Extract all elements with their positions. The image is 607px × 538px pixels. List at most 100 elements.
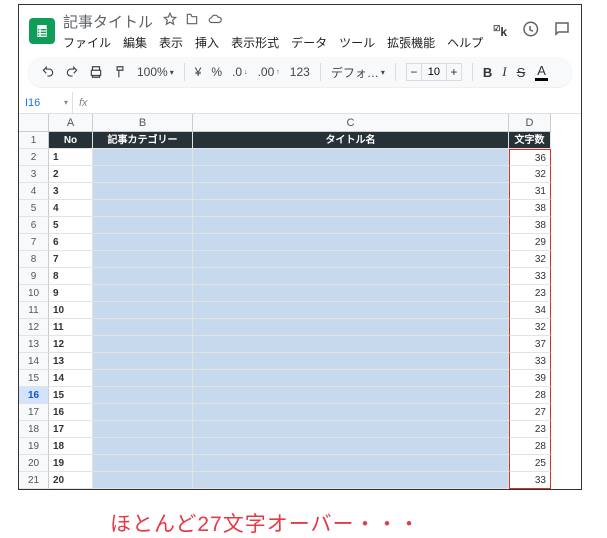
zoom-select[interactable]: 100% ▾ — [137, 65, 174, 79]
cell[interactable] — [193, 285, 509, 302]
cell[interactable]: 23 — [509, 421, 551, 438]
cell[interactable]: 16 — [49, 404, 93, 421]
cell[interactable]: 5 — [49, 217, 93, 234]
cell[interactable] — [193, 251, 509, 268]
select-all-corner[interactable] — [19, 114, 49, 132]
row-header[interactable]: 19 — [19, 438, 49, 455]
row-header[interactable]: 10 — [19, 285, 49, 302]
history-icon[interactable] — [521, 20, 539, 43]
cell[interactable] — [193, 404, 509, 421]
cell[interactable] — [93, 404, 193, 421]
cell[interactable] — [193, 302, 509, 319]
row-header[interactable]: 14 — [19, 353, 49, 370]
strike-button[interactable]: S — [517, 65, 526, 80]
ext-k-icon[interactable]: ☑k — [493, 24, 507, 39]
sheet-grid[interactable]: A B C D 1No記事カテゴリータイトル名文字数21363232433154… — [19, 114, 581, 489]
menu-edit[interactable]: 編集 — [123, 34, 147, 51]
cell[interactable]: 2 — [49, 166, 93, 183]
cell[interactable] — [193, 268, 509, 285]
font-size-value[interactable]: 10 — [422, 63, 446, 81]
cell[interactable] — [93, 200, 193, 217]
cell[interactable] — [93, 217, 193, 234]
font-size-increase[interactable]: + — [446, 63, 462, 81]
cell[interactable]: 33 — [509, 353, 551, 370]
comment-icon[interactable] — [553, 20, 571, 43]
row-header[interactable]: 16 — [19, 387, 49, 404]
row-header[interactable]: 20 — [19, 455, 49, 472]
cell[interactable]: 8 — [49, 268, 93, 285]
menu-help[interactable]: ヘルプ — [447, 34, 483, 51]
cell[interactable]: 10 — [49, 302, 93, 319]
cell[interactable] — [93, 472, 193, 489]
cell[interactable] — [193, 183, 509, 200]
cell[interactable] — [93, 285, 193, 302]
cell[interactable] — [93, 251, 193, 268]
row-header[interactable]: 8 — [19, 251, 49, 268]
cell[interactable]: 17 — [49, 421, 93, 438]
cell[interactable]: 39 — [509, 370, 551, 387]
cell[interactable]: 1 — [49, 149, 93, 166]
cell[interactable]: 37 — [509, 336, 551, 353]
number-format-button[interactable]: 123 — [290, 65, 310, 79]
cell[interactable]: 31 — [509, 183, 551, 200]
cell[interactable]: 6 — [49, 234, 93, 251]
cell[interactable]: 38 — [509, 200, 551, 217]
cell[interactable] — [193, 200, 509, 217]
font-size-stepper[interactable]: − 10 + — [406, 63, 462, 81]
cell[interactable]: 19 — [49, 455, 93, 472]
cell[interactable]: 文字数 — [509, 132, 551, 149]
print-icon[interactable] — [89, 65, 103, 79]
row-header[interactable]: 9 — [19, 268, 49, 285]
cell[interactable] — [193, 472, 509, 489]
row-header[interactable]: 2 — [19, 149, 49, 166]
cell[interactable]: 3 — [49, 183, 93, 200]
cloud-icon[interactable] — [207, 12, 223, 31]
row-header[interactable]: 7 — [19, 234, 49, 251]
cell[interactable] — [193, 438, 509, 455]
row-header[interactable]: 12 — [19, 319, 49, 336]
cell[interactable] — [93, 302, 193, 319]
doc-title[interactable]: 記事タイトル — [63, 11, 153, 32]
cell[interactable] — [193, 421, 509, 438]
menu-file[interactable]: ファイル — [63, 34, 111, 51]
cell[interactable] — [93, 438, 193, 455]
row-header[interactable]: 15 — [19, 370, 49, 387]
cell[interactable]: 23 — [509, 285, 551, 302]
col-header-C[interactable]: C — [193, 114, 509, 132]
cell[interactable] — [193, 370, 509, 387]
row-header[interactable]: 3 — [19, 166, 49, 183]
cell[interactable]: 記事カテゴリー — [93, 132, 193, 149]
star-icon[interactable] — [163, 12, 177, 31]
cell[interactable] — [193, 387, 509, 404]
currency-button[interactable]: ¥ — [195, 65, 202, 79]
menu-tools[interactable]: ツール — [339, 34, 375, 51]
italic-button[interactable]: I — [502, 64, 506, 80]
row-header[interactable]: 4 — [19, 183, 49, 200]
cell[interactable]: 7 — [49, 251, 93, 268]
dec-decrease-button[interactable]: .0↓ — [232, 65, 248, 79]
menu-view[interactable]: 表示 — [159, 34, 183, 51]
menu-format[interactable]: 表示形式 — [231, 34, 279, 51]
col-header-B[interactable]: B — [93, 114, 193, 132]
cell[interactable]: 4 — [49, 200, 93, 217]
cell[interactable]: No — [49, 132, 93, 149]
menu-data[interactable]: データ — [291, 34, 327, 51]
row-header[interactable]: 1 — [19, 132, 49, 149]
row-header[interactable]: 18 — [19, 421, 49, 438]
col-header-D[interactable]: D — [509, 114, 551, 132]
cell[interactable] — [93, 353, 193, 370]
undo-icon[interactable] — [41, 65, 55, 79]
cell[interactable] — [193, 319, 509, 336]
percent-button[interactable]: % — [211, 65, 222, 79]
cell[interactable] — [193, 455, 509, 472]
cell[interactable] — [93, 149, 193, 166]
cell[interactable]: 18 — [49, 438, 93, 455]
cell[interactable] — [93, 370, 193, 387]
cell[interactable]: 32 — [509, 166, 551, 183]
cell[interactable]: 9 — [49, 285, 93, 302]
menu-insert[interactable]: 挿入 — [195, 34, 219, 51]
cell[interactable]: 27 — [509, 404, 551, 421]
cell[interactable]: 28 — [509, 438, 551, 455]
row-header[interactable]: 17 — [19, 404, 49, 421]
redo-icon[interactable] — [65, 65, 79, 79]
